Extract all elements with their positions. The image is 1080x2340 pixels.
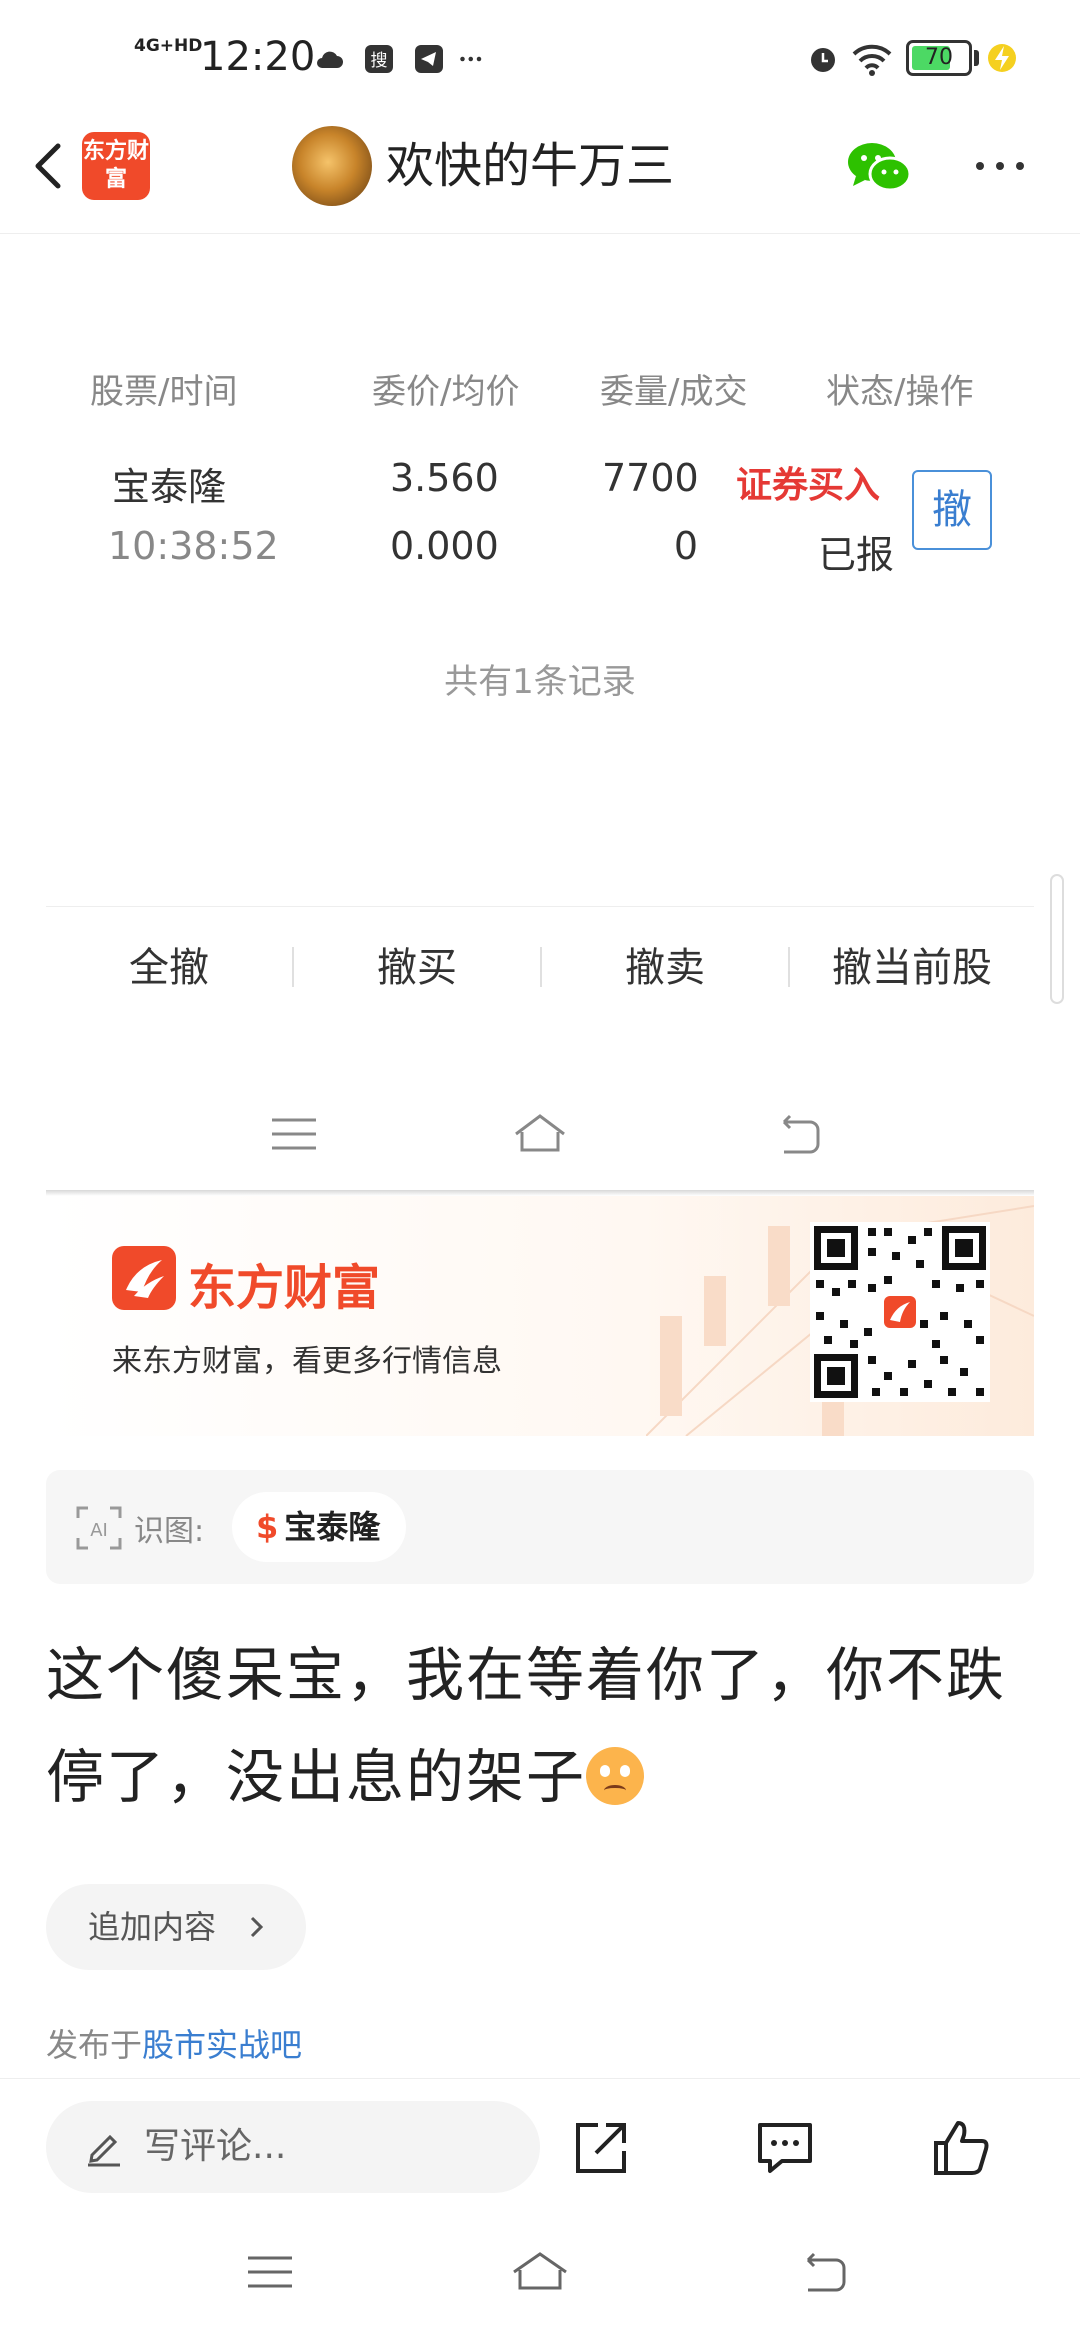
column-header-quantity: 委量/成交 <box>600 372 748 412</box>
app-logo[interactable]: 东方财富 <box>82 132 150 200</box>
charging-icon <box>988 44 1016 72</box>
dollar-sign: $ <box>256 1508 279 1546</box>
cancel-action-bar: 全撤 撤买 撤卖 撤当前股 <box>46 906 1034 1028</box>
order-type: 证券买入 <box>736 465 881 506</box>
embedded-nav-bar <box>0 1104 1080 1184</box>
battery-percent: 70 <box>925 45 953 70</box>
order-quantity: 7700 <box>602 456 699 500</box>
home-icon[interactable] <box>510 2242 570 2302</box>
qr-code <box>810 1222 990 1402</box>
comment-icon[interactable] <box>752 2115 818 2181</box>
cloud-icon <box>317 51 343 68</box>
share-icon[interactable] <box>568 2115 634 2181</box>
order-filled: 0 <box>673 524 698 568</box>
app-promo-banner: 东方财富 来东方财富，看更多行情信息 <box>46 1196 1034 1436</box>
stock-tag-chip[interactable]: $ 宝泰隆 <box>232 1492 407 1562</box>
cancel-all-button: 全撤 <box>129 945 209 991</box>
search-app-icon: 搜 <box>365 45 393 73</box>
pleading-face-emoji-icon <box>586 1747 645 1805</box>
order-list-image: 股票/时间 委价/均价 委量/成交 状态/操作 宝泰隆 10:38:52 3.5… <box>0 234 1080 1194</box>
comment-input[interactable]: 写评论... <box>46 2101 540 2193</box>
pencil-icon <box>88 2134 120 2167</box>
svg-text:搜: 搜 <box>371 51 388 71</box>
column-header-price: 委价/均价 <box>372 372 520 412</box>
recognition-label: 识图: <box>134 1514 205 1549</box>
column-header-status: 状态/操作 <box>826 372 974 412</box>
order-stock-name: 宝泰隆 <box>112 465 227 509</box>
cancel-buy-button: 撤买 <box>377 945 457 991</box>
more-notifications-icon <box>460 56 482 62</box>
order-price: 3.560 <box>390 456 499 500</box>
battery-tip <box>974 50 979 66</box>
avatar[interactable] <box>292 126 372 206</box>
stock-tag-name: 宝泰隆 <box>284 1508 381 1546</box>
brand-mark-icon <box>126 1260 164 1298</box>
telegram-icon <box>415 45 443 73</box>
order-status: 已报 <box>818 533 895 577</box>
record-count: 共有1条记录 <box>444 662 636 702</box>
return-icon <box>782 1114 820 1154</box>
more-icon[interactable] <box>970 146 1030 186</box>
alarm-icon <box>811 48 835 72</box>
clock: 12:20 <box>200 34 316 80</box>
svg-text:AI: AI <box>90 1520 108 1541</box>
image-recognition-row: AI 识图: $ 宝泰隆 <box>46 1470 1034 1584</box>
comment-placeholder: 写评论... <box>144 2126 287 2167</box>
wechat-icon[interactable] <box>846 140 912 196</box>
wifi-icon <box>852 44 892 76</box>
add-content-label: 追加内容 <box>88 1908 217 1946</box>
menu-icon <box>272 1118 316 1150</box>
cancel-sell-button: 撤卖 <box>625 945 705 991</box>
forum-link[interactable]: 股市实战吧 <box>142 2026 302 2064</box>
post-text: 这个傻呆宝，我在等着你了，你不跌停了，没出息的架子 <box>46 1641 1007 1811</box>
top-header: 东方财富 欢快的牛万三 <box>0 118 1080 234</box>
ai-scan-icon: AI <box>76 1506 122 1550</box>
published-in: 发布于股市实战吧 <box>46 2020 302 2066</box>
banner-brand: 东方财富 <box>188 1260 381 1316</box>
column-header-stock: 股票/时间 <box>90 372 238 412</box>
bottom-action-bar: 写评论... <box>0 2078 1080 2198</box>
cancel-current-stock-button: 撤当前股 <box>832 945 992 991</box>
add-content-button[interactable]: 追加内容 <box>46 1884 306 1970</box>
order-time: 10:38:52 <box>108 524 279 568</box>
network-indicator: 4G+HD <box>134 36 203 56</box>
scrollbar <box>1050 874 1064 1004</box>
chevron-right-icon <box>250 1916 264 1938</box>
return-icon[interactable] <box>796 2242 856 2302</box>
battery-indicator: 70 <box>906 40 972 76</box>
banner-slogan: 来东方财富，看更多行情信息 <box>112 1344 502 1379</box>
order-avg-price: 0.000 <box>390 524 499 568</box>
status-bar: 4G+HD 12:20 搜 70 <box>0 0 1080 118</box>
post-body: 这个傻呆宝，我在等着你了，你不跌停了，没出息的架子 <box>46 1624 1034 1828</box>
menu-icon[interactable] <box>240 2242 300 2302</box>
published-prefix: 发布于 <box>46 2026 143 2064</box>
page-title[interactable]: 欢快的牛万三 <box>386 134 674 198</box>
brand-logo-icon <box>112 1246 176 1310</box>
home-icon <box>515 1114 565 1152</box>
back-icon[interactable] <box>20 136 80 196</box>
cancel-order-button: 撤 <box>912 470 992 550</box>
system-navigation-bar <box>0 2240 1080 2340</box>
like-icon[interactable] <box>928 2115 994 2181</box>
